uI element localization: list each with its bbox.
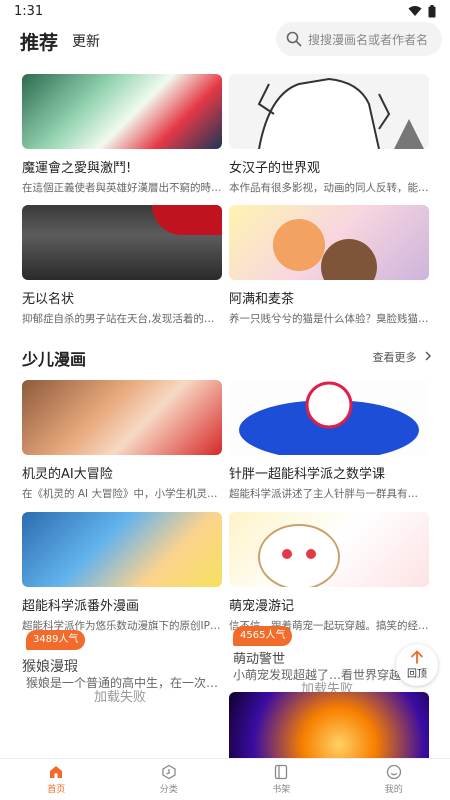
- header: 推荐 更新 搜搜漫画名或者作者名: [0, 22, 450, 56]
- comic-card[interactable]: 萌宠漫游记 信不信，跟着萌宠一起玩穿越。搞笑的经…: [229, 512, 429, 633]
- comic-cover: [229, 692, 429, 758]
- nav-label: 分类: [159, 785, 178, 795]
- comic-card[interactable]: 魔運會之愛與激鬥! 在這個正義使者與英雄好漢層出不窮的時…: [22, 74, 222, 195]
- bookshelf-icon: [275, 764, 288, 780]
- comic-cover: [229, 74, 429, 149]
- comic-card[interactable]: 无以名状 抑郁症自杀的男子站在天台,发现活着的自…: [22, 205, 222, 326]
- comic-title: 阿满和麦茶: [229, 292, 295, 307]
- status-time: 1:31: [14, 3, 44, 19]
- comic-cover: [22, 205, 222, 280]
- load-failed-text: 加载失败: [94, 690, 147, 705]
- comic-cover: [22, 512, 222, 587]
- nav-label: 书架: [272, 785, 291, 795]
- comic-title: 针胖一超能科学派之数学课: [229, 467, 386, 482]
- overlap-title: 萌动警世: [233, 652, 286, 667]
- nav-label: 首页: [47, 785, 66, 795]
- section-title: 少儿漫画: [22, 350, 87, 369]
- status-bar: 1:31: [0, 0, 450, 22]
- comic-card[interactable]: 女汉子的世界观 本作品有很多影视，动画的同人反转，能 …: [229, 74, 429, 195]
- nav-home[interactable]: 首页: [0, 759, 113, 800]
- category-icon: [162, 764, 176, 780]
- comic-title: 超能科学派番外漫画: [22, 599, 140, 614]
- tab-update[interactable]: 更新: [72, 31, 100, 51]
- nav-profile[interactable]: 我的: [338, 759, 450, 800]
- see-more-link[interactable]: 查看更多: [373, 349, 433, 365]
- search-icon: [286, 31, 302, 47]
- comic-desc: 养一只贱兮兮的猫是什么体验？臭脸贱猫…: [229, 313, 429, 325]
- popular-card[interactable]: 3489人气 猴娘漫瑕 猴娘是一个普通的高中生，在一次… 加载失败: [22, 626, 222, 736]
- comic-title: 机灵的AI大冒险: [22, 467, 113, 482]
- popularity-badge: 3489人气: [26, 630, 86, 650]
- wifi-icon: [408, 6, 422, 16]
- status-icons: [408, 4, 436, 18]
- search-placeholder: 搜搜漫画名或者作者名: [308, 32, 429, 47]
- section-header-kids: 少儿漫画 查看更多: [22, 344, 433, 369]
- home-icon: [50, 766, 63, 778]
- comic-title: 萌宠漫游记: [229, 599, 295, 614]
- profile-icon: [386, 764, 401, 780]
- arrow-up-icon: [411, 650, 423, 664]
- popularity-badge: 4565人气: [233, 626, 293, 646]
- back-to-top-label: 回顶: [407, 669, 427, 680]
- comic-cover: [22, 74, 222, 149]
- nav-category[interactable]: 分类: [113, 759, 226, 800]
- search-input[interactable]: 搜搜漫画名或者作者名: [276, 22, 442, 56]
- comic-desc: 在這個正義使者與英雄好漢層出不窮的時…: [22, 182, 222, 194]
- comic-desc: 抑郁症自杀的男子站在天台,发现活着的自…: [22, 313, 222, 325]
- back-to-top-button[interactable]: 回顶: [396, 644, 438, 686]
- nav-bookshelf[interactable]: 书架: [225, 759, 338, 800]
- comic-cover: [229, 205, 429, 280]
- comic-cover: [22, 380, 222, 455]
- battery-icon: [428, 4, 436, 17]
- popular-card[interactable]: 4565人气 萌动警世 小萌宠发现超越了…看世界穿越… 加载失败: [229, 626, 429, 758]
- comic-card[interactable]: 针胖一超能科学派之数学课 超能科学派讲述了主人针胖与一群具有…: [229, 380, 429, 501]
- comic-cover: [229, 512, 429, 587]
- bottom-nav: 首页 分类 书架 我的: [0, 758, 450, 800]
- comic-desc: 超能科学派讲述了主人针胖与一群具有…: [229, 488, 418, 500]
- comic-title: 女汉子的世界观: [229, 161, 321, 176]
- tab-recommend[interactable]: 推荐: [20, 28, 58, 55]
- chevron-right-icon: [425, 351, 431, 361]
- comic-title: 魔運會之愛與激鬥!: [22, 161, 132, 176]
- comic-card[interactable]: 机灵的AI大冒险 在《机灵的 AI 大冒险》中，小学生机灵姐…: [22, 380, 222, 501]
- comic-desc: 在《机灵的 AI 大冒险》中，小学生机灵姐…: [22, 488, 222, 500]
- overlap-title: 猴娘漫瑕: [22, 659, 78, 675]
- comic-card[interactable]: 阿满和麦茶 养一只贱兮兮的猫是什么体验？臭脸贱猫…: [229, 205, 429, 326]
- comic-cover: [229, 380, 429, 455]
- nav-label: 我的: [384, 785, 403, 795]
- comic-title: 无以名状: [22, 292, 75, 307]
- see-more-label: 查看更多: [372, 351, 417, 364]
- comic-card[interactable]: 超能科学派番外漫画 超能科学派作为悠乐数动漫旗下的原创IP形…: [22, 512, 222, 633]
- comic-desc: 本作品有很多影视，动画的同人反转，能 …: [229, 182, 429, 194]
